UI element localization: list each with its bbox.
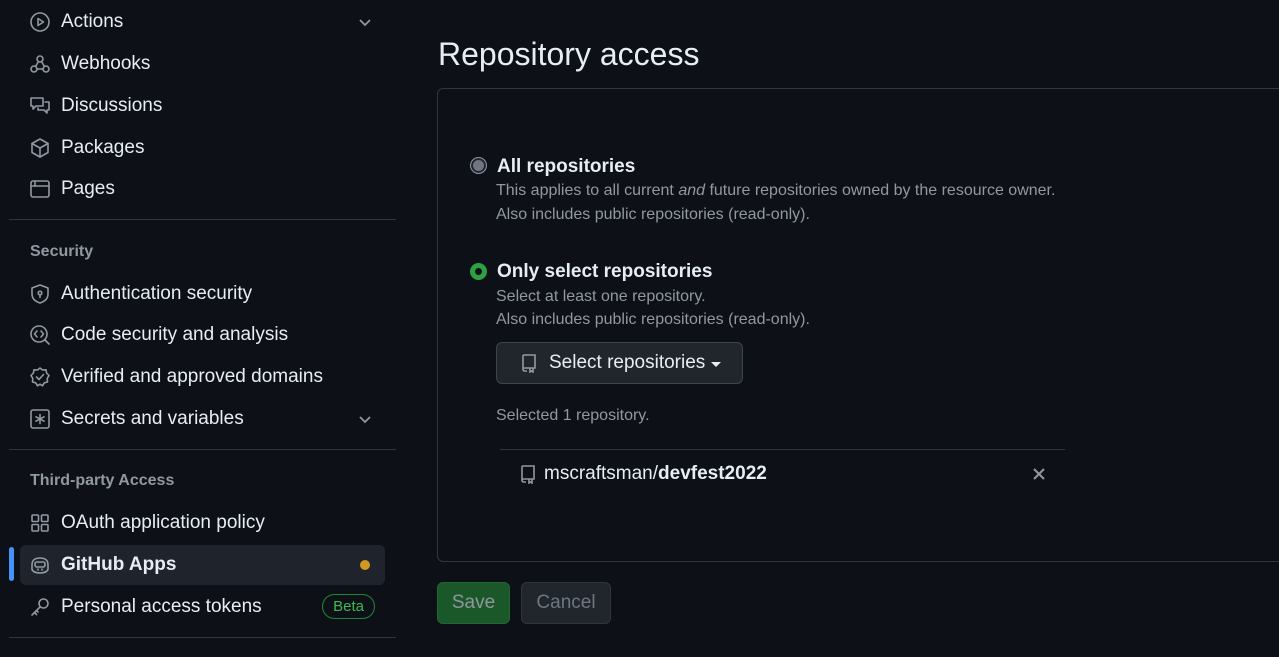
sidebar-item-label: Actions (61, 11, 124, 32)
select-repositories-button[interactable]: Select repositories (496, 342, 743, 384)
active-indicator (9, 547, 14, 581)
sidebar-item-label: GitHub Apps (61, 554, 177, 575)
section-title-third-party: Third-party Access (30, 472, 175, 489)
caret-down-icon (711, 362, 722, 367)
sidebar-item-actions[interactable]: Actions (20, 2, 385, 42)
shield-lock-icon (29, 283, 51, 305)
only-select-repositories-label[interactable]: Only select repositories (497, 261, 712, 283)
apps-icon (29, 512, 51, 534)
desc-text: This applies to all current (496, 182, 679, 199)
page-title: Repository access (438, 36, 700, 72)
codescan-icon (29, 324, 51, 346)
sidebar-item-pages[interactable]: Pages (20, 169, 385, 209)
sidebar-item-oauth-policy[interactable]: OAuth application policy (20, 503, 385, 543)
only-select-repositories-radio[interactable] (470, 263, 487, 280)
copilot-icon (29, 554, 51, 576)
sidebar-item-label: Code security and analysis (61, 324, 289, 345)
sidebar-item-label: Authentication security (61, 283, 253, 304)
repo-name: devfest2022 (658, 463, 767, 484)
sidebar-item-authentication-security[interactable]: Authentication security (20, 274, 385, 314)
cancel-button[interactable]: Cancel (521, 582, 611, 624)
close-icon[interactable] (1031, 466, 1047, 482)
selected-count: Selected 1 repository. (496, 407, 650, 424)
sidebar-item-secrets-variables[interactable]: Secrets and variables (20, 399, 385, 439)
sidebar-item-packages[interactable]: Packages (20, 128, 385, 168)
sidebar-item-webhooks[interactable]: Webhooks (20, 44, 385, 84)
key-icon (29, 596, 51, 618)
sidebar-item-label: Verified and approved domains (61, 366, 323, 387)
all-repositories-label[interactable]: All repositories (497, 156, 635, 178)
sidebar-item-verified-domains[interactable]: Verified and approved domains (20, 357, 385, 397)
select-repositories-label: Select repositories (549, 352, 706, 373)
sidebar-item-label: OAuth application policy (61, 512, 265, 533)
sidebar-item-label: Secrets and variables (61, 408, 244, 429)
sidebar-item-label: Personal access tokens (61, 596, 262, 617)
sidebar-item-label: Webhooks (61, 53, 151, 74)
repo-list-item: mscraftsman/devfest2022 (500, 450, 1065, 498)
sidebar-item-discussions[interactable]: Discussions (20, 86, 385, 126)
sidebar-divider (9, 637, 396, 638)
webhook-icon (29, 53, 51, 75)
play-icon (29, 11, 51, 33)
only-select-repositories-description: Select at least one repository. (496, 288, 706, 305)
verified-icon (29, 366, 51, 388)
all-repositories-note: Also includes public repositories (read-… (496, 206, 810, 223)
save-button[interactable]: Save (437, 582, 510, 624)
repo-icon (519, 353, 539, 374)
comment-discussion-icon (29, 95, 51, 117)
sidebar-item-personal-access-tokens[interactable]: Personal access tokens Beta (20, 587, 385, 627)
sidebar-item-label: Packages (61, 137, 145, 158)
chevron-down-icon[interactable] (357, 14, 373, 30)
sidebar-item-code-security[interactable]: Code security and analysis (20, 315, 385, 355)
sidebar-item-label: Discussions (61, 95, 163, 116)
sidebar-item-github-apps[interactable]: GitHub Apps (20, 545, 385, 585)
all-repositories-radio[interactable] (470, 157, 487, 174)
sidebar-divider (9, 449, 396, 450)
repo-icon (518, 464, 538, 485)
browser-icon (29, 178, 51, 200)
package-icon (29, 137, 51, 159)
sidebar-divider (9, 219, 396, 220)
repo-owner: mscraftsman/ (544, 463, 659, 484)
chevron-down-icon[interactable] (357, 411, 373, 427)
all-repositories-description: This applies to all current and future r… (496, 182, 1055, 200)
desc-emphasis: and (678, 182, 706, 199)
section-title-security: Security (30, 243, 94, 260)
settings-sidebar: Actions Webhooks Discussions Packages Pa… (0, 0, 400, 657)
attention-dot (360, 560, 370, 570)
key-asterisk-icon (29, 408, 51, 430)
desc-text: future repositories owned by the resourc… (705, 182, 1056, 199)
only-select-repositories-note: Also includes public repositories (read-… (496, 311, 810, 328)
sidebar-item-label: Pages (61, 178, 115, 199)
beta-badge: Beta (322, 594, 375, 619)
